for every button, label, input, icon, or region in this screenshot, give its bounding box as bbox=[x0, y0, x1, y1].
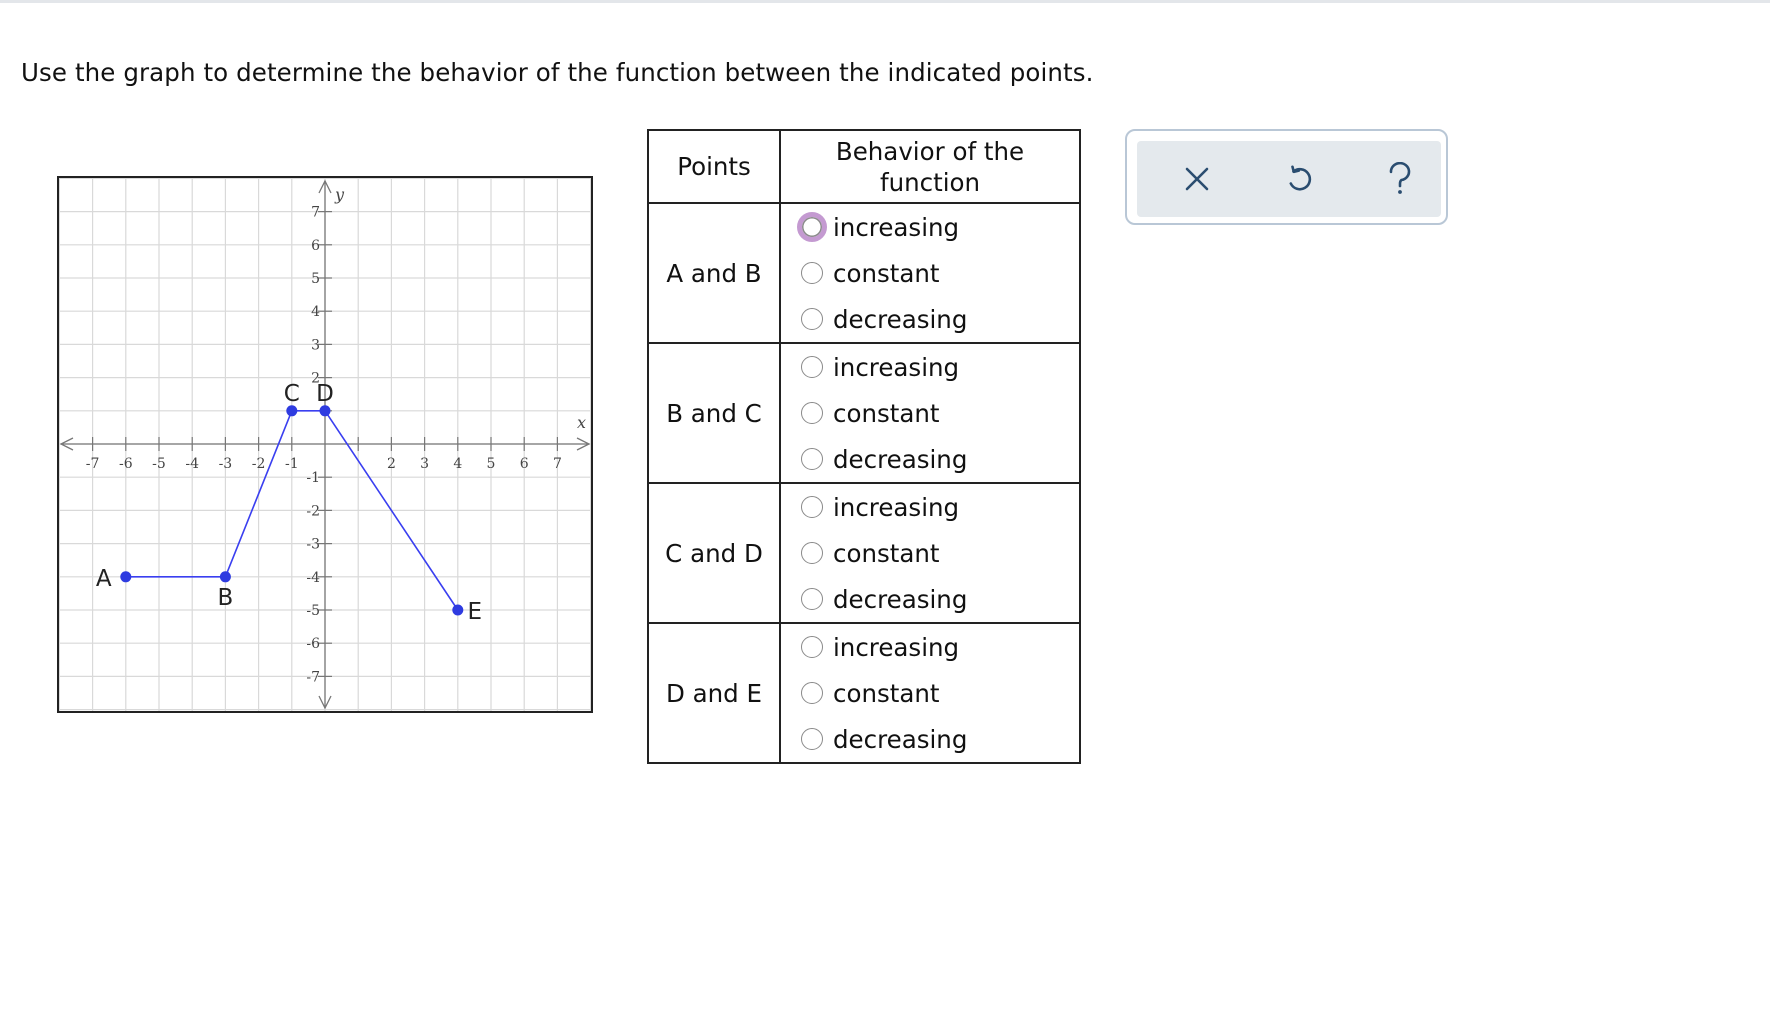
y-tick-label: -5 bbox=[306, 603, 320, 619]
option-label: increasing bbox=[833, 492, 960, 522]
question-prompt: Use the graph to determine the behavior … bbox=[21, 58, 1094, 87]
x-axis-label: x bbox=[577, 413, 586, 432]
behavior-table: Points Behavior of the function A and B … bbox=[647, 129, 1081, 764]
option-label: constant bbox=[833, 678, 940, 708]
undo-icon bbox=[1289, 165, 1312, 191]
x-tick-label: -4 bbox=[185, 456, 199, 472]
x-tick-label: -7 bbox=[86, 456, 100, 472]
option-label: increasing bbox=[833, 632, 960, 662]
x-tick-label: -3 bbox=[219, 456, 233, 472]
row-points-label: B and C bbox=[647, 342, 781, 484]
help-button[interactable] bbox=[1370, 141, 1430, 217]
option-label: decreasing bbox=[833, 304, 968, 334]
option-decreasing[interactable]: decreasing bbox=[781, 716, 1079, 762]
y-tick-label: -1 bbox=[306, 470, 320, 486]
option-increasing[interactable]: increasing bbox=[781, 204, 1079, 250]
radio-button[interactable] bbox=[801, 496, 823, 518]
y-tick-label: 7 bbox=[311, 205, 320, 221]
option-label: decreasing bbox=[833, 584, 968, 614]
radio-button[interactable] bbox=[801, 728, 823, 750]
y-tick-label: -3 bbox=[306, 537, 320, 553]
option-decreasing[interactable]: decreasing bbox=[781, 436, 1079, 482]
x-tick-label: -6 bbox=[119, 456, 133, 472]
radio-button[interactable] bbox=[801, 448, 823, 470]
option-decreasing[interactable]: decreasing bbox=[781, 576, 1079, 622]
row-a-b: A and B increasing constant decreasing bbox=[647, 202, 1081, 344]
x-tick-label: -1 bbox=[285, 456, 299, 472]
point-d bbox=[319, 405, 331, 417]
row-c-d: C and D increasing constant decreasing bbox=[647, 482, 1081, 624]
option-constant[interactable]: constant bbox=[781, 530, 1079, 576]
row-d-e: D and E increasing constant decreasing bbox=[647, 622, 1081, 764]
header-behavior: Behavior of the function bbox=[779, 129, 1081, 204]
y-tick-label: 6 bbox=[311, 238, 320, 254]
option-label: constant bbox=[833, 398, 940, 428]
close-icon bbox=[1185, 167, 1209, 191]
option-label: constant bbox=[833, 538, 940, 568]
option-label: decreasing bbox=[833, 724, 968, 754]
graph: -7 -6 -5 -4 -3 -2 -1 2 3 4 5 6 7 7 6 5 4 3 2 -1 -2 -3 -4 -5 -6 -7… bbox=[57, 176, 593, 713]
option-decreasing[interactable]: decreasing bbox=[781, 296, 1079, 342]
point-label-a: A bbox=[96, 566, 112, 592]
y-tick-label: 5 bbox=[311, 271, 320, 287]
radio-button[interactable] bbox=[801, 308, 823, 330]
x-tick-label: -5 bbox=[152, 456, 166, 472]
answer-toolbar bbox=[1125, 129, 1448, 225]
x-tick-label: 3 bbox=[420, 456, 429, 472]
radio-button[interactable] bbox=[801, 262, 823, 284]
y-axis-label: y bbox=[334, 185, 345, 204]
option-increasing[interactable]: increasing bbox=[781, 484, 1079, 530]
option-increasing[interactable]: increasing bbox=[781, 344, 1079, 390]
y-tick-label: 4 bbox=[311, 304, 320, 320]
y-tick-label: -6 bbox=[306, 636, 320, 652]
point-label-b: B bbox=[218, 585, 234, 611]
option-constant[interactable]: constant bbox=[781, 250, 1079, 296]
point-b bbox=[219, 571, 231, 583]
x-tick-label: 2 bbox=[387, 456, 396, 472]
point-a bbox=[120, 571, 132, 583]
y-tick-label: -2 bbox=[306, 503, 320, 519]
radio-button[interactable] bbox=[801, 402, 823, 424]
x-tick-label: 7 bbox=[553, 456, 562, 472]
point-e bbox=[452, 604, 464, 616]
option-constant[interactable]: constant bbox=[781, 390, 1079, 436]
option-constant[interactable]: constant bbox=[781, 670, 1079, 716]
header-points: Points bbox=[647, 129, 781, 204]
x-tick-label: -2 bbox=[252, 456, 266, 472]
top-rule bbox=[0, 0, 1770, 3]
row-points-label: D and E bbox=[647, 622, 781, 764]
y-tick-label: 3 bbox=[311, 337, 320, 353]
option-label: increasing bbox=[833, 212, 960, 242]
row-b-c: B and C increasing constant decreasing bbox=[647, 342, 1081, 484]
point-label-e: E bbox=[468, 599, 483, 625]
clear-button[interactable] bbox=[1167, 141, 1227, 217]
radio-button[interactable] bbox=[801, 542, 823, 564]
option-increasing[interactable]: increasing bbox=[781, 624, 1079, 670]
x-tick-label: 6 bbox=[520, 456, 529, 472]
y-tick-label: -4 bbox=[306, 570, 320, 586]
radio-button[interactable] bbox=[801, 588, 823, 610]
radio-button[interactable] bbox=[797, 212, 827, 242]
point-label-d: D bbox=[316, 381, 334, 407]
radio-button[interactable] bbox=[801, 356, 823, 378]
undo-button[interactable] bbox=[1269, 141, 1329, 217]
radio-button[interactable] bbox=[801, 682, 823, 704]
function-graph: -7 -6 -5 -4 -3 -2 -1 2 3 4 5 6 7765432-1-2-3-4-5-6-7… bbox=[59, 178, 591, 711]
help-icon bbox=[1389, 162, 1411, 194]
x-tick-label: 4 bbox=[453, 456, 462, 472]
y-tick-label: -7 bbox=[306, 669, 320, 685]
option-label: constant bbox=[833, 258, 940, 288]
radio-button[interactable] bbox=[801, 636, 823, 658]
row-points-label: A and B bbox=[647, 202, 781, 344]
option-label: increasing bbox=[833, 352, 960, 382]
x-tick-label: 5 bbox=[487, 456, 496, 472]
point-c bbox=[286, 405, 298, 417]
point-label-c: C bbox=[284, 381, 300, 407]
row-points-label: C and D bbox=[647, 482, 781, 624]
option-label: decreasing bbox=[833, 444, 968, 474]
